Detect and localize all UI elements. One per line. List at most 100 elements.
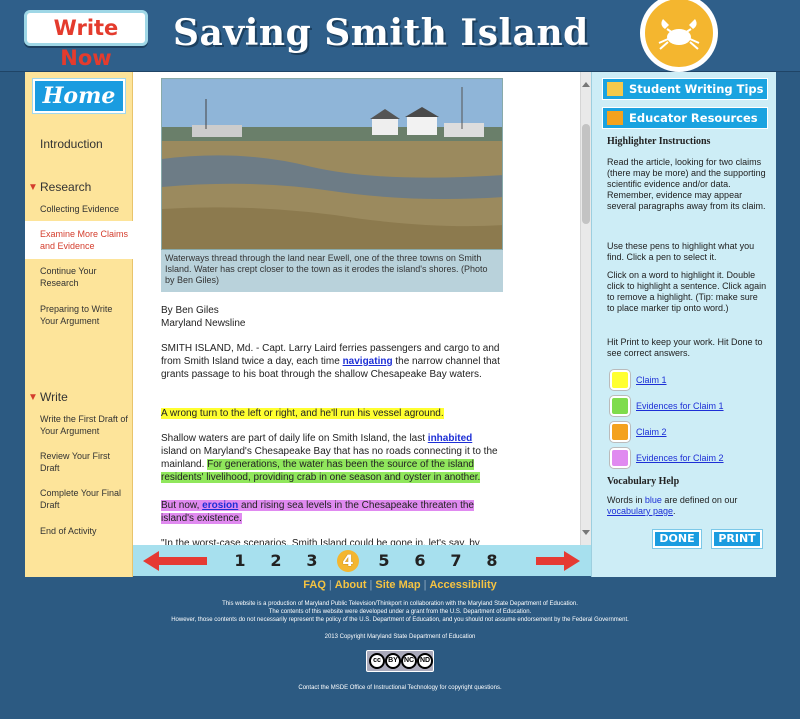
vocabulary-page-link[interactable]: vocabulary page — [607, 506, 673, 516]
vocab-text-blue: blue — [644, 495, 662, 505]
page-7[interactable]: 7 — [445, 550, 467, 572]
nav-write-label: Write — [40, 390, 68, 404]
scroll-up-icon[interactable] — [582, 82, 590, 87]
pen-claim-1-label[interactable]: Claim 1 — [636, 375, 667, 385]
home-button[interactable]: Home — [33, 79, 125, 113]
highlight-evidence-1[interactable]: For generations, the water has been the … — [161, 459, 481, 483]
cc-nd-icon: ND — [417, 653, 433, 669]
paragraph-3[interactable]: Shallow waters are part of daily life on… — [161, 432, 501, 484]
home-label: Home — [42, 83, 116, 109]
pen-claim-2-icon[interactable] — [610, 422, 630, 442]
right-panel: Student Writing Tips Educator Resources … — [591, 72, 776, 577]
highlight-claim-2-wrap[interactable]: But now, erosion and rising sea levels i… — [161, 500, 474, 524]
nav-continue-research[interactable]: Continue Your Research — [40, 265, 130, 289]
footer-credit-3: However, those contents do not necessari… — [171, 617, 629, 623]
write-now-logo[interactable]: Write Now — [24, 10, 148, 70]
page-navigation: 1 2 3 4 5 6 7 8 — [133, 545, 591, 576]
footer-link-accessibility[interactable]: Accessibility — [429, 579, 496, 591]
footer-copyright: 2013 Copyright Maryland State Department… — [324, 634, 476, 640]
paragraph-5[interactable]: "In the worst-case scenarios, Smith Isla… — [161, 537, 501, 545]
paragraph-4[interactable]: But now, erosion and rising sea levels i… — [161, 499, 501, 525]
page-5[interactable]: 5 — [373, 550, 395, 572]
educator-resources-button[interactable]: Educator Resources — [602, 107, 768, 129]
highlighter-text-4: Hit Print to keep your work. Hit Done to… — [607, 337, 763, 358]
vocabulary-text: Words in blue are defined on our vocabul… — [607, 495, 767, 517]
vocab-text-b: are defined on our — [661, 495, 738, 505]
vocab-link-inhabited[interactable]: inhabited — [428, 433, 472, 444]
nav-preparing-argument[interactable]: Preparing to Write Your Argument — [40, 303, 130, 327]
cc-icon: cc — [369, 653, 385, 669]
highlighter-text-2: Use these pens to highlight what you fin… — [607, 241, 755, 262]
byline-author: By Ben Giles — [161, 305, 219, 316]
triangle-down-icon: ▼ — [28, 182, 38, 193]
page-1[interactable]: 1 — [229, 550, 251, 572]
highlighter-text-3: Click on a word to highlight it. Double … — [607, 270, 767, 313]
vocab-text-a: Words in — [607, 495, 645, 505]
pen-claim-2-label[interactable]: Claim 2 — [636, 427, 667, 437]
educator-label: Educator Resources — [629, 111, 758, 125]
footer-link-faq[interactable]: FAQ — [303, 579, 326, 591]
cc-by-icon: BY — [385, 653, 401, 669]
crab-icon — [658, 19, 700, 50]
footer-link-sitemap[interactable]: Site Map — [375, 579, 420, 591]
page-3[interactable]: 3 — [301, 550, 323, 572]
paragraph-2[interactable]: A wrong turn to the left or right, and h… — [161, 407, 501, 420]
footer-contact: Contact the MSDE Office of Instructional… — [298, 685, 502, 691]
tips-label: Student Writing Tips — [629, 82, 764, 96]
student-writing-tips-button[interactable]: Student Writing Tips — [602, 78, 768, 100]
nav-final-draft[interactable]: Complete Your Final Draft — [40, 487, 130, 511]
article-scrollbar[interactable] — [580, 72, 591, 545]
site-header: Write Now Saving Smith Island — [0, 0, 800, 72]
nav-collecting-evidence[interactable]: Collecting Evidence — [40, 203, 130, 215]
pen-evidence-1-label[interactable]: Evidences for Claim 1 — [636, 401, 724, 411]
creative-commons-badge[interactable]: cc BY NC ND — [366, 650, 434, 672]
left-nav: Home Introduction ▼ Research Collecting E… — [25, 72, 134, 577]
write-now-label: Write Now — [53, 16, 119, 70]
nav-examine-claims[interactable]: Examine More Claims and Evidence — [40, 228, 130, 252]
vocab-link-erosion[interactable]: erosion — [202, 500, 238, 511]
nav-first-draft[interactable]: Write the First Draft of Your Argument — [40, 413, 130, 437]
crab-badge — [640, 0, 718, 72]
pen-evidence-2-icon[interactable] — [610, 448, 630, 468]
cc-nc-icon: NC — [401, 653, 417, 669]
site-title: Saving Smith Island — [173, 12, 589, 54]
article-pane: Waterways thread through the land near E… — [133, 72, 580, 545]
nav-introduction[interactable]: Introduction — [40, 137, 103, 151]
pen-evidence-2-label[interactable]: Evidences for Claim 2 — [636, 453, 724, 463]
footer-links: FAQ | About | Site Map | Accessibility — [303, 579, 497, 591]
p4-text-a: But now, — [161, 500, 203, 511]
nav-research-heading[interactable]: ▼ Research — [25, 180, 133, 194]
pencil-icon — [607, 82, 623, 96]
vocab-text-end: . — [673, 506, 676, 516]
nav-write-heading[interactable]: ▼ Write — [25, 390, 133, 404]
highlighter-heading: Highlighter Instructions — [607, 136, 711, 147]
scroll-down-icon[interactable] — [582, 530, 590, 535]
print-button[interactable]: PRINT — [712, 530, 762, 548]
book-icon — [607, 111, 623, 125]
footer-link-about[interactable]: About — [335, 579, 367, 591]
page-4-current[interactable]: 4 — [337, 550, 359, 572]
triangle-down-icon: ▼ — [28, 392, 38, 403]
nav-research-label: Research — [40, 180, 92, 194]
nav-review-draft[interactable]: Review Your First Draft — [40, 450, 130, 474]
vocabulary-heading: Vocabulary Help — [607, 476, 680, 487]
byline-source: Maryland Newsline — [161, 318, 246, 329]
nav-end-activity[interactable]: End of Activity — [40, 525, 130, 537]
highlight-claim-1[interactable]: A wrong turn to the left or right, and h… — [161, 408, 444, 419]
vocab-link-navigating[interactable]: navigating — [343, 356, 393, 367]
footer-credit-1: This website is a production of Maryland… — [222, 601, 578, 607]
page-2[interactable]: 2 — [265, 550, 287, 572]
page-8[interactable]: 8 — [481, 550, 503, 572]
pen-evidence-1-icon[interactable] — [610, 396, 630, 416]
scroll-thumb[interactable] — [582, 124, 590, 224]
photo-caption: Waterways thread through the land near E… — [161, 250, 503, 292]
paragraph-1[interactable]: SMITH ISLAND, Md. - Capt. Larry Laird fe… — [161, 342, 501, 381]
prev-arrow-icon[interactable] — [143, 551, 207, 571]
done-button[interactable]: DONE — [653, 530, 701, 548]
footer-credit-2: The contents of this website were develo… — [268, 609, 532, 615]
next-arrow-icon[interactable] — [536, 551, 580, 571]
highlighter-text-1: Read the article, looking for two claims… — [607, 157, 766, 211]
article-photo — [161, 78, 503, 250]
pen-claim-1-icon[interactable] — [610, 370, 630, 390]
page-6[interactable]: 6 — [409, 550, 431, 572]
